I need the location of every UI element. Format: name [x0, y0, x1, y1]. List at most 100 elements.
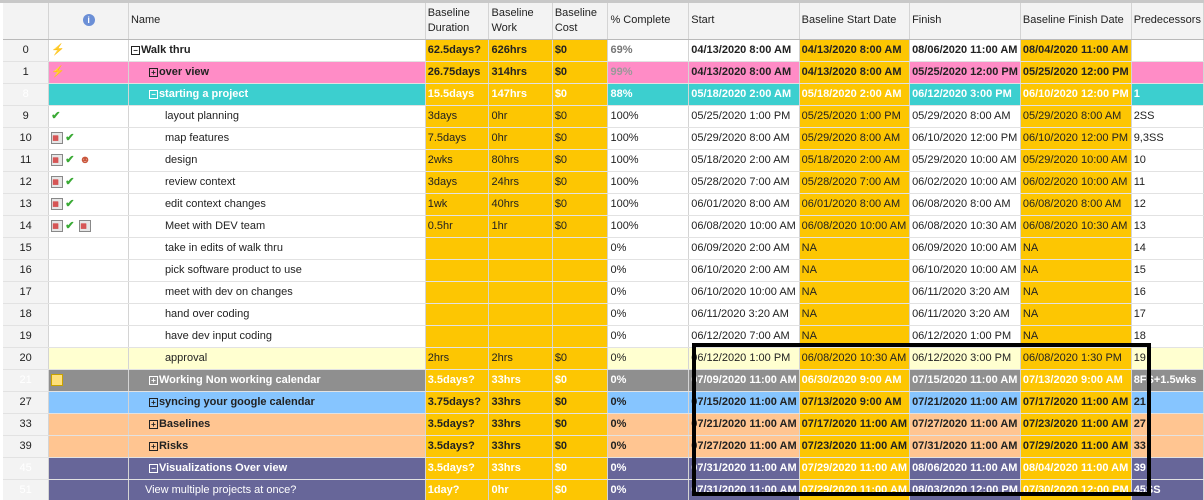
baseline-start-cell[interactable]: 07/17/2020 11:00 AM: [799, 413, 911, 436]
pct-complete-cell[interactable]: 99%: [607, 61, 690, 84]
baseline-finish-cell[interactable]: NA: [1020, 259, 1132, 282]
baseline-finish-cell[interactable]: 06/10/2020 12:00 PM: [1020, 83, 1132, 106]
baseline-finish-cell[interactable]: 05/29/2020 8:00 AM: [1020, 105, 1132, 128]
predecessors-cell[interactable]: 39: [1131, 457, 1204, 480]
baseline-duration-cell[interactable]: [425, 281, 490, 304]
row-id[interactable]: 27: [3, 391, 50, 414]
baseline-finish-cell[interactable]: 06/08/2020 1:30 PM: [1020, 347, 1132, 370]
task-name-cell[interactable]: Meet with DEV team: [128, 215, 426, 238]
header-predecessors[interactable]: Predecessors: [1131, 3, 1204, 40]
finish-cell[interactable]: 06/10/2020 12:00 PM: [909, 127, 1021, 150]
row-id[interactable]: 10: [3, 127, 50, 150]
baseline-duration-cell[interactable]: 2wks: [425, 149, 490, 172]
baseline-finish-cell[interactable]: 08/04/2020 11:00 AM: [1020, 457, 1132, 480]
table-row[interactable]: 33 + Baselines 3.5days? 33hrs $0 0% 07/21/2020 …: [3, 413, 1204, 436]
baseline-duration-cell[interactable]: 3.5days?: [425, 457, 490, 480]
predecessors-cell[interactable]: [1131, 61, 1204, 84]
finish-cell[interactable]: 07/27/2020 11:00 AM: [909, 413, 1021, 436]
predecessors-cell[interactable]: 45SS: [1131, 479, 1204, 500]
table-row[interactable]: 45− Visualizations Over view 3.5days? 33hrs…: [3, 457, 1204, 480]
row-id[interactable]: 21: [3, 369, 50, 392]
baseline-cost-cell[interactable]: $0: [552, 127, 609, 150]
baseline-finish-cell[interactable]: 05/25/2020 12:00 PM: [1020, 61, 1132, 84]
baseline-cost-cell[interactable]: [552, 303, 609, 326]
baseline-cost-cell[interactable]: $0: [552, 457, 609, 480]
row-id[interactable]: 33: [3, 413, 50, 436]
predecessors-cell[interactable]: 9,3SS: [1131, 127, 1204, 150]
task-name-cell[interactable]: + Baselines: [128, 413, 426, 436]
baseline-finish-cell[interactable]: NA: [1020, 237, 1132, 260]
task-name-cell[interactable]: have dev input coding: [128, 325, 426, 348]
finish-cell[interactable]: 06/09/2020 10:00 AM: [909, 237, 1021, 260]
collapse-toggle-icon[interactable]: −: [148, 89, 158, 99]
predecessors-cell[interactable]: 17: [1131, 303, 1204, 326]
start-cell[interactable]: 07/31/2020 11:00 AM: [688, 457, 800, 480]
task-name-cell[interactable]: review context: [128, 171, 426, 194]
baseline-start-cell[interactable]: 06/01/2020 8:00 AM: [799, 193, 911, 216]
baseline-duration-cell[interactable]: 3.5days?: [425, 435, 490, 458]
baseline-work-cell[interactable]: 314hrs: [488, 61, 553, 84]
start-cell[interactable]: 06/10/2020 10:00 AM: [688, 281, 800, 304]
baseline-finish-cell[interactable]: NA: [1020, 281, 1132, 304]
start-cell[interactable]: 04/13/2020 8:00 AM: [688, 39, 800, 62]
row-id[interactable]: 11: [3, 149, 50, 172]
finish-cell[interactable]: 06/08/2020 8:00 AM: [909, 193, 1021, 216]
start-cell[interactable]: 06/08/2020 10:00 AM: [688, 215, 800, 238]
predecessors-cell[interactable]: 33: [1131, 435, 1204, 458]
baseline-duration-cell[interactable]: 1day?: [425, 479, 490, 500]
table-row[interactable]: 51 View multiple projects at once? 1day? 0h…: [3, 479, 1204, 500]
table-row[interactable]: 14 ▦ ✔ ▦ Meet with DEV team 0.5hr 1hr $0 100% 06/…: [3, 215, 1204, 238]
table-row[interactable]: 17 meet with dev on changes 0% 06/10/2020 1…: [3, 281, 1204, 304]
baseline-start-cell[interactable]: NA: [799, 303, 911, 326]
baseline-duration-cell[interactable]: 15.5days: [425, 83, 490, 106]
start-cell[interactable]: 06/09/2020 2:00 AM: [688, 237, 800, 260]
row-id[interactable]: 14: [3, 215, 50, 238]
baseline-work-cell[interactable]: 40hrs: [488, 193, 553, 216]
header-id[interactable]: [3, 3, 50, 40]
predecessors-cell[interactable]: 27: [1131, 413, 1204, 436]
row-id[interactable]: 12: [3, 171, 50, 194]
pct-complete-cell[interactable]: 0%: [607, 303, 690, 326]
header-pct-complete[interactable]: % Complete: [607, 3, 690, 40]
task-name-cell[interactable]: map features: [128, 127, 426, 150]
task-name-cell[interactable]: take in edits of walk thru: [128, 237, 426, 260]
baseline-duration-cell[interactable]: 1wk: [425, 193, 490, 216]
predecessors-cell[interactable]: 13: [1131, 215, 1204, 238]
finish-cell[interactable]: 08/03/2020 12:00 PM: [909, 479, 1021, 500]
baseline-work-cell[interactable]: [488, 303, 553, 326]
task-name-cell[interactable]: edit context changes: [128, 193, 426, 216]
task-name-cell[interactable]: hand over coding: [128, 303, 426, 326]
finish-cell[interactable]: 06/11/2020 3:20 AM: [909, 303, 1021, 326]
baseline-work-cell[interactable]: [488, 281, 553, 304]
baseline-start-cell[interactable]: 07/29/2020 11:00 AM: [799, 457, 911, 480]
predecessors-cell[interactable]: 15: [1131, 259, 1204, 282]
pct-complete-cell[interactable]: 0%: [607, 391, 690, 414]
user-icon[interactable]: ☻: [79, 154, 91, 166]
baseline-duration-cell[interactable]: 3.5days?: [425, 413, 490, 436]
finish-cell[interactable]: 05/25/2020 12:00 PM: [909, 61, 1021, 84]
pct-complete-cell[interactable]: 0%: [607, 281, 690, 304]
header-baseline-work[interactable]: Baseline Work: [488, 3, 553, 40]
table-row[interactable]: 0 ⚡ − Walk thru 62.5days? 626hrs $0 69% 04/13/20…: [3, 39, 1204, 62]
row-id[interactable]: 51: [3, 479, 50, 500]
baseline-cost-cell[interactable]: $0: [552, 479, 609, 500]
start-cell[interactable]: 06/01/2020 8:00 AM: [688, 193, 800, 216]
header-start[interactable]: Start: [688, 3, 800, 40]
table-row[interactable]: 19 have dev input coding 0% 06/12/2020 7:00…: [3, 325, 1204, 348]
calendar-icon[interactable]: ▦: [51, 176, 64, 189]
start-cell[interactable]: 06/12/2020 7:00 AM: [688, 325, 800, 348]
lightning-icon[interactable]: ⚡: [51, 66, 65, 78]
baseline-duration-cell[interactable]: 0.5hr: [425, 215, 490, 238]
pct-complete-cell[interactable]: 0%: [607, 435, 690, 458]
table-row[interactable]: 21 + Working Non working calendar 3.5days? 3…: [3, 369, 1204, 392]
pct-complete-cell[interactable]: 100%: [607, 127, 690, 150]
start-cell[interactable]: 04/13/2020 8:00 AM: [688, 61, 800, 84]
table-row[interactable]: 18 hand over coding 0% 06/11/2020 3:20 AM NA…: [3, 303, 1204, 326]
finish-cell[interactable]: 05/29/2020 10:00 AM: [909, 149, 1021, 172]
baseline-finish-cell[interactable]: 06/08/2020 8:00 AM: [1020, 193, 1132, 216]
finish-cell[interactable]: 06/08/2020 10:30 AM: [909, 215, 1021, 238]
calendar-icon[interactable]: ▦: [51, 198, 64, 211]
baseline-start-cell[interactable]: 04/13/2020 8:00 AM: [799, 61, 911, 84]
baseline-duration-cell[interactable]: 7.5days: [425, 127, 490, 150]
calendar-icon[interactable]: ▦: [79, 220, 92, 233]
